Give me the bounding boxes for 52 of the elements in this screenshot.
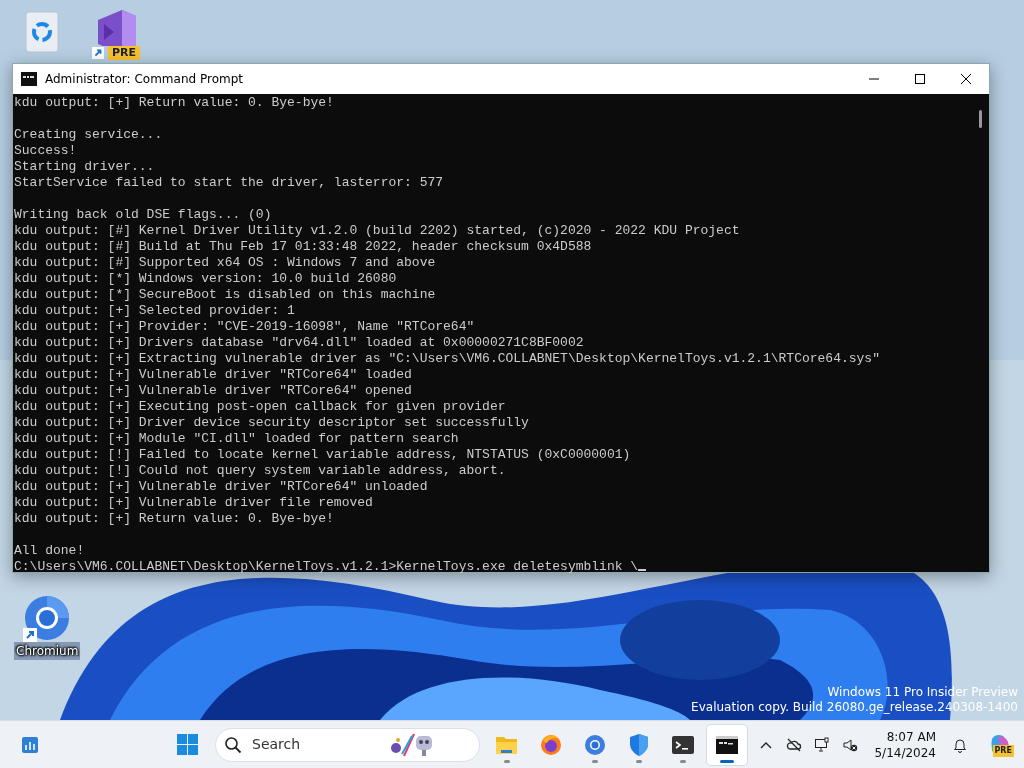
console-line: kdu output: [+] Return value: 0. Bye-bye! — [14, 511, 335, 527]
console-line: kdu output: [#] Supported x64 OS : Windows 7 and above — [14, 255, 437, 271]
clock-date: 5/14/2024 — [874, 744, 936, 761]
clock-time: 8:07 AM — [885, 728, 936, 745]
console-line: kdu output: [+] Module "CI.dll" loaded for pattern search — [14, 431, 460, 447]
console-line: kdu output: [!] Failed to locate kernel variable address, NTSTATUS (0xC0000001) — [14, 447, 632, 463]
console-line: kdu output: [+] Vulnerable driver "RTCore64" opened — [14, 383, 413, 399]
browser-icon — [583, 732, 607, 757]
console-line: kdu output: [+] Vulnerable driver "RTCore64" loaded — [14, 367, 413, 383]
console-line: kdu output: [*] SecureBoot is disabled on this machine — [14, 287, 437, 303]
maximize-icon — [915, 74, 925, 84]
browser-icon[interactable] — [23, 594, 72, 642]
console-line: Starting driver... — [14, 159, 156, 175]
copilot-button[interactable]: PRE — [984, 732, 1016, 757]
console-line: kdu output: [#] Kernel Driver Utility v1.2.0 (build 2202) started, (c)2020 - 2022 KDU Project — [14, 223, 741, 239]
cloud-off-icon — [786, 736, 803, 753]
console-line: Success! — [14, 143, 78, 159]
firefox-icon — [539, 732, 563, 757]
console-line: kdu output: [*] Windows version: 10.0 build 26080 — [14, 271, 398, 287]
taskbar-app-button[interactable] — [707, 724, 747, 765]
notification-bell-icon — [952, 736, 968, 753]
console-line: C:\Users\VM6.COLLABNET\Desktop\KernelToys.v1.2.1>KernelToys.exe deletesymblink \ — [14, 559, 639, 575]
console-line: kdu output: [+] Selected provider: 1 — [14, 303, 296, 319]
console-line: kdu output: [+] Provider: "CVE-2019-16098", Name "RTCore64" — [14, 319, 476, 335]
console-line: kdu output: [!] Could not query system variable address, abort. — [14, 463, 507, 479]
clock-button[interactable]: 8:07 AM 5/14/2024 — [870, 728, 940, 761]
close-icon — [961, 74, 971, 84]
monitor-icon — [814, 736, 831, 753]
console-line: StartService failed to start the driver, lasterror: 577 — [14, 175, 445, 191]
console-line: Writing back old DSE flags... (0) — [14, 207, 273, 223]
console-line: kdu output: [#] Build at Thu Feb 17 01:33:48 2022, header checksum 0x4D588 — [14, 239, 593, 255]
search-field[interactable]: Search — [250, 733, 380, 756]
icon-label: Chromium — [14, 642, 81, 660]
console-line: kdu output: [+] Extracting vulnerable driver as "C:\Users\VM6.COLLABNET\Desktop\KernelToys.v1.2.1\RTCore64.sys" — [14, 351, 881, 367]
console-line: kdu output: [+] Vulnerable driver "RTCore64" unloaded — [14, 479, 429, 495]
search-bar[interactable]: Search — [215, 727, 480, 762]
console-line: Creating service... — [14, 127, 164, 143]
search-icon — [224, 735, 242, 754]
shield-icon — [627, 732, 651, 757]
badge-label: PRE — [107, 46, 140, 60]
console-line: kdu output: [+] Executing post-open callback for given provider — [14, 399, 507, 415]
console-line: kdu output: [+] Drivers database "drv64.dll" loaded at 0x00000271C8BF0002 — [14, 335, 585, 351]
console-line: kdu output: [+] Vulnerable driver file removed — [14, 495, 374, 511]
console-icon — [21, 72, 37, 86]
window-title: Administrator: Command Prompt — [45, 71, 244, 88]
windows-logo-icon — [176, 732, 200, 757]
console-line: All done! — [14, 543, 86, 559]
console-line: kdu output: [+] Return value: 0. Bye-bye! — [14, 95, 335, 111]
console-line: kdu output: [+] Driver device security descriptor set successfully — [14, 415, 530, 431]
scrollbar-thumb[interactable] — [979, 110, 982, 128]
minimize-icon — [869, 78, 879, 80]
speaker-muted-icon — [842, 736, 859, 753]
